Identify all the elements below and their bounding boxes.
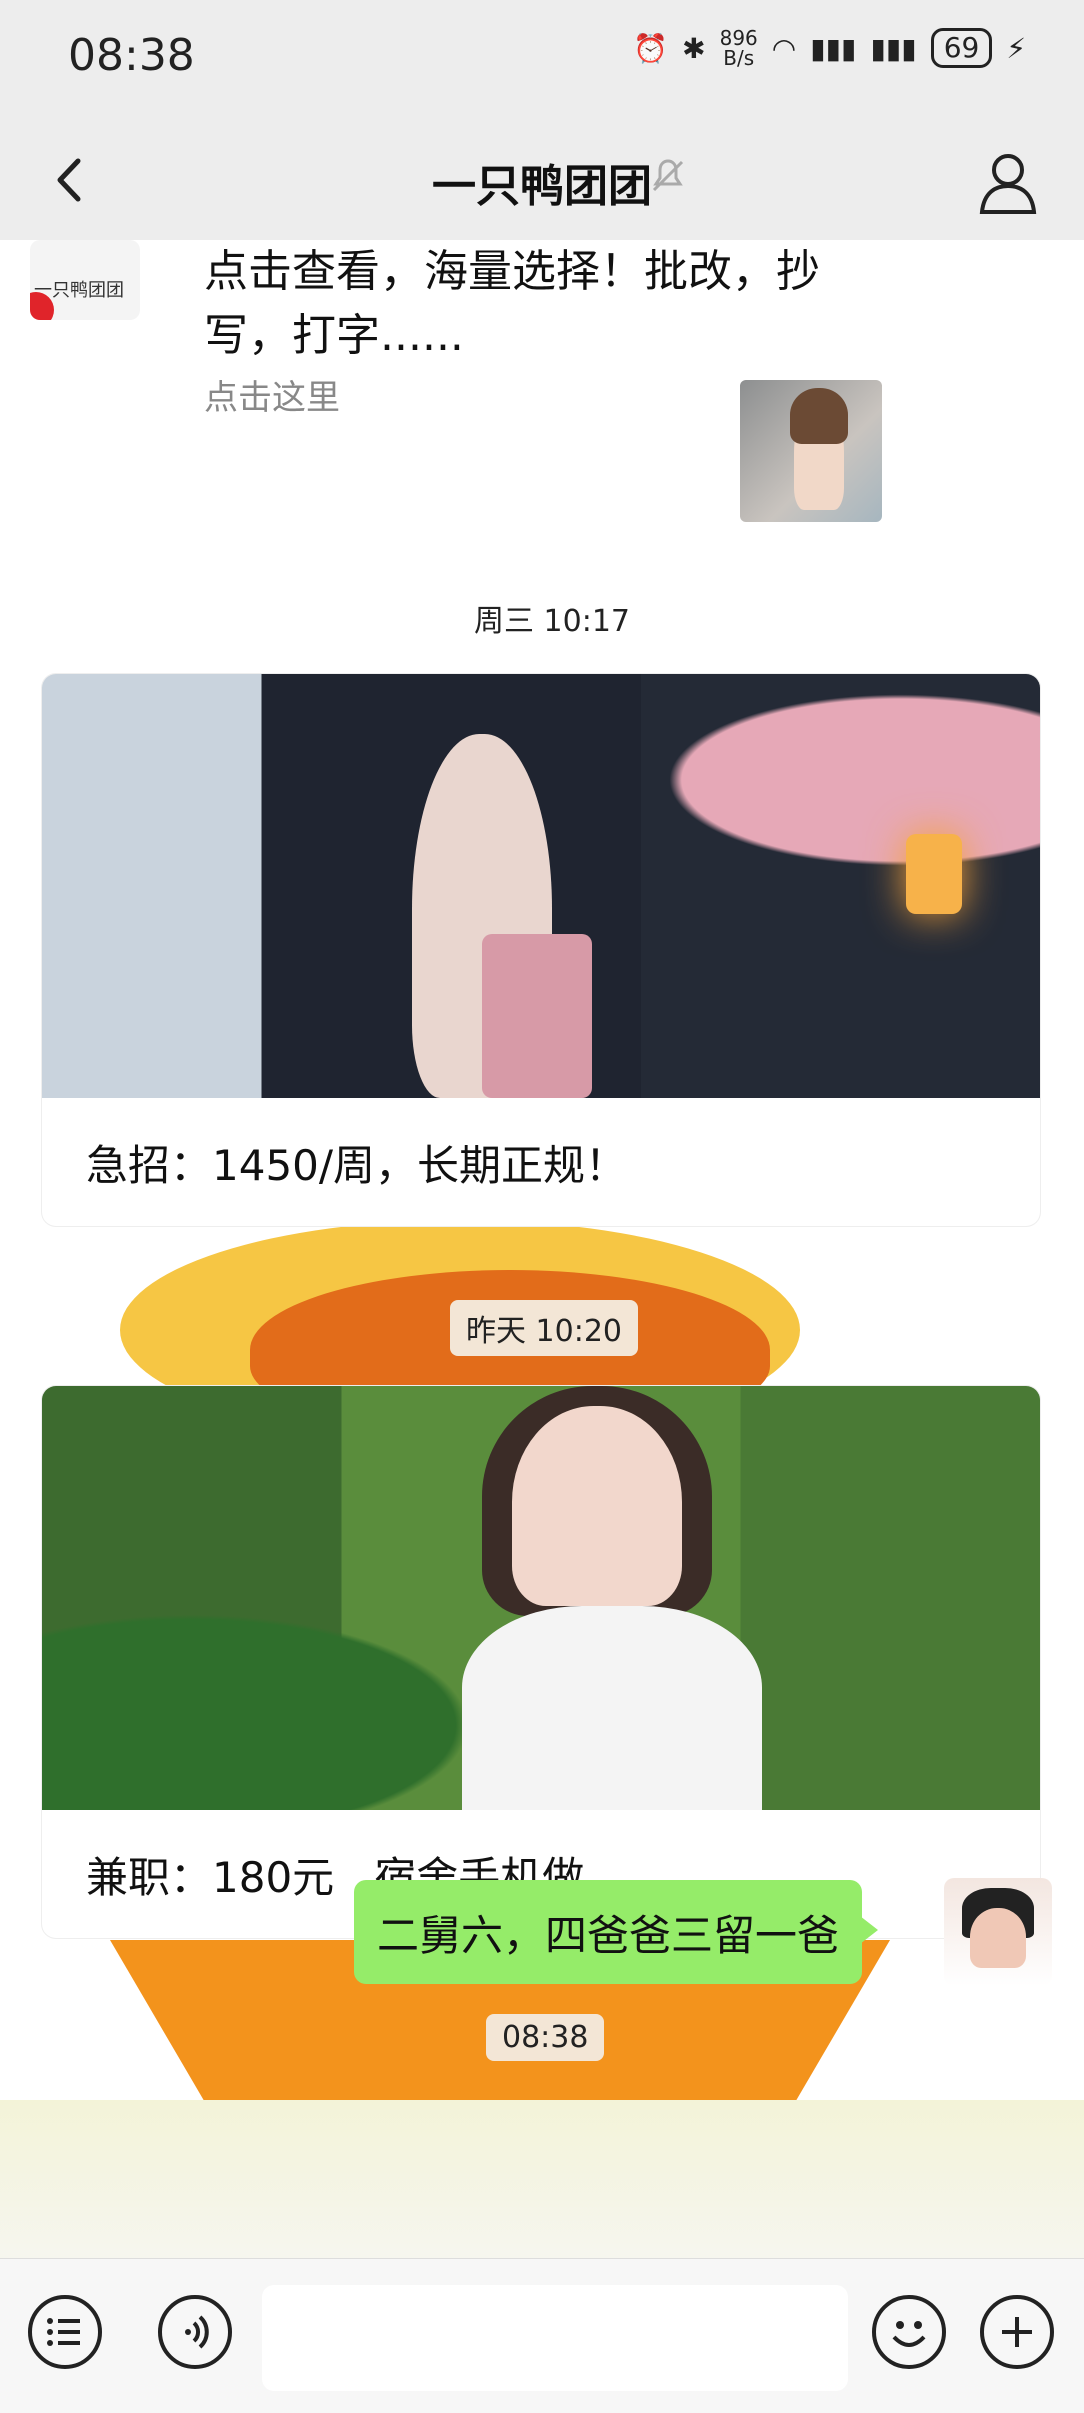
card-image — [42, 674, 1040, 1098]
message-input[interactable] — [262, 2285, 848, 2391]
link-message[interactable]: 一只鸭团团 点击查看，海量选择！批改，抄写，打字...... 点击这里 — [0, 240, 1084, 540]
charging-icon: ⚡ — [1006, 31, 1026, 65]
status-bar: 08:38 ⏰ ✱ 896 B/s ◠ ▮▮▮ ▮▮▮ 69 ⚡ — [0, 0, 1084, 120]
person-icon — [979, 154, 1037, 214]
image-card[interactable]: 急招：1450/周，长期正规！ — [42, 674, 1040, 1226]
list-icon — [47, 2318, 80, 2346]
signal-icon-2: ▮▮▮ — [870, 31, 917, 65]
message-text: 点击查看，海量选择！批改，抄写，打字...... — [204, 246, 820, 361]
plus-icon — [1002, 2317, 1032, 2347]
card-caption: 急招：1450/周，长期正规！ — [86, 1140, 628, 1190]
background-illustration-grass — [0, 2100, 1084, 2258]
timestamp: 08:38 — [486, 2014, 605, 2061]
chat-header: 一只鸭团团 — [0, 120, 1084, 240]
voice-icon — [185, 2315, 209, 2349]
image-card[interactable]: 兼职：180元 宿舍手机做 — [42, 1386, 1040, 1938]
battery-level: 69 — [930, 28, 993, 68]
status-icons: ⏰ ✱ 896 B/s ◠ ▮▮▮ ▮▮▮ 69 ⚡ — [633, 28, 1026, 68]
signal-icon: ▮▮▮ — [810, 31, 857, 65]
my-avatar[interactable] — [944, 1878, 1052, 1986]
timestamp: 昨天 10:20 — [450, 1300, 638, 1356]
timestamp: 周三 10:17 — [458, 590, 646, 646]
avatar-label: 一只鸭团团 — [34, 280, 124, 301]
network-speed: 896 B/s — [719, 26, 758, 70]
mute-bell-icon — [646, 154, 690, 198]
message-subtext: 点击这里 — [204, 378, 340, 418]
message-thumbnail[interactable] — [740, 380, 882, 522]
input-bar — [0, 2258, 1084, 2413]
status-time: 08:38 — [68, 30, 195, 81]
card-image — [42, 1386, 1040, 1810]
emoji-icon — [892, 2321, 926, 2347]
menu-button[interactable] — [28, 2295, 102, 2369]
voice-button[interactable] — [158, 2295, 232, 2369]
wifi-icon: ◠ — [771, 31, 797, 65]
chat-area[interactable]: 一只鸭团团 点击查看，海量选择！批改，抄写，打字...... 点击这里 周三 1… — [0, 240, 1084, 2258]
alarm-icon: ⏰ — [633, 31, 669, 65]
add-button[interactable] — [980, 2295, 1054, 2369]
bluetooth-icon: ✱ — [682, 31, 706, 65]
sender-avatar[interactable]: 一只鸭团团 — [30, 240, 140, 320]
profile-button[interactable] — [972, 146, 1044, 218]
outgoing-message[interactable]: 二舅六，四爸爸三留一爸 — [354, 1880, 878, 1984]
chat-title: 一只鸭团团 — [432, 161, 652, 212]
emoji-button[interactable] — [872, 2295, 946, 2369]
